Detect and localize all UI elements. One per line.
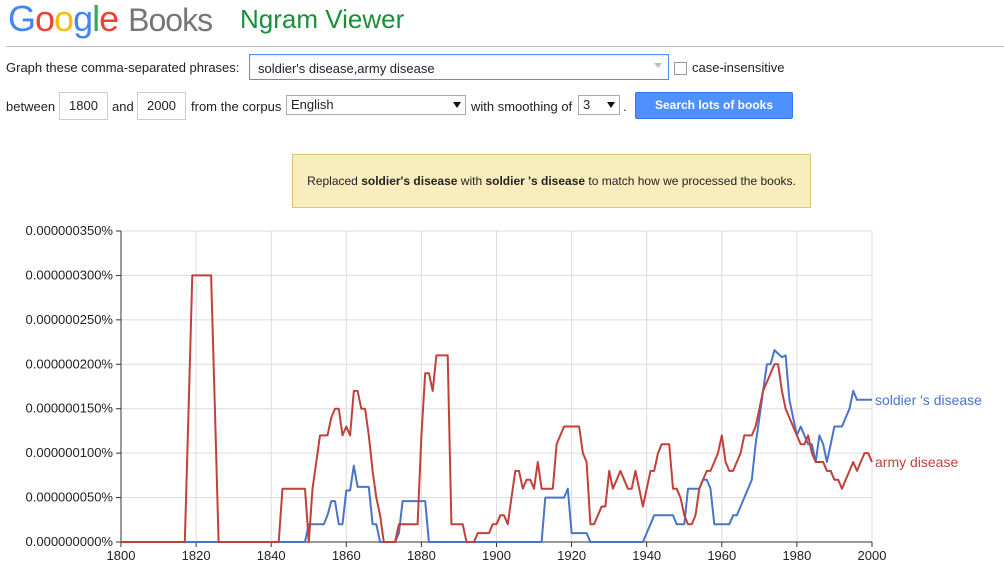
y-tick-label: 0.000000050% <box>26 490 114 505</box>
x-tick-label: 1960 <box>707 548 736 563</box>
y-tick-label: 0.000000100% <box>26 445 114 460</box>
y-tick-label: 0.000000150% <box>26 401 114 416</box>
x-tick-label: 1860 <box>332 548 361 563</box>
y-tick-label: 0.000000350% <box>26 223 114 238</box>
x-tick-label: 1920 <box>557 548 586 563</box>
x-tick-label: 1820 <box>182 548 211 563</box>
ngram-chart[interactable]: 0.000000000% 0.000000050% 0.000000100% 0.00… <box>0 0 1004 573</box>
x-tick-label: 1840 <box>257 548 286 563</box>
series-label: soldier 's disease <box>875 392 982 408</box>
series-label: army disease <box>875 454 958 470</box>
x-tick-label: 1980 <box>782 548 811 563</box>
y-tick-label: 0.000000250% <box>26 312 114 327</box>
x-tick-label: 2000 <box>858 548 887 563</box>
y-tick-label: 0.000000200% <box>26 356 114 371</box>
x-tick-label: 1940 <box>632 548 661 563</box>
y-tick-label: 0.000000300% <box>26 267 114 282</box>
x-tick-label: 1880 <box>407 548 436 563</box>
x-tick-label: 1800 <box>107 548 136 563</box>
y-tick-label: 0.000000000% <box>26 534 114 549</box>
x-tick-label: 1900 <box>482 548 511 563</box>
